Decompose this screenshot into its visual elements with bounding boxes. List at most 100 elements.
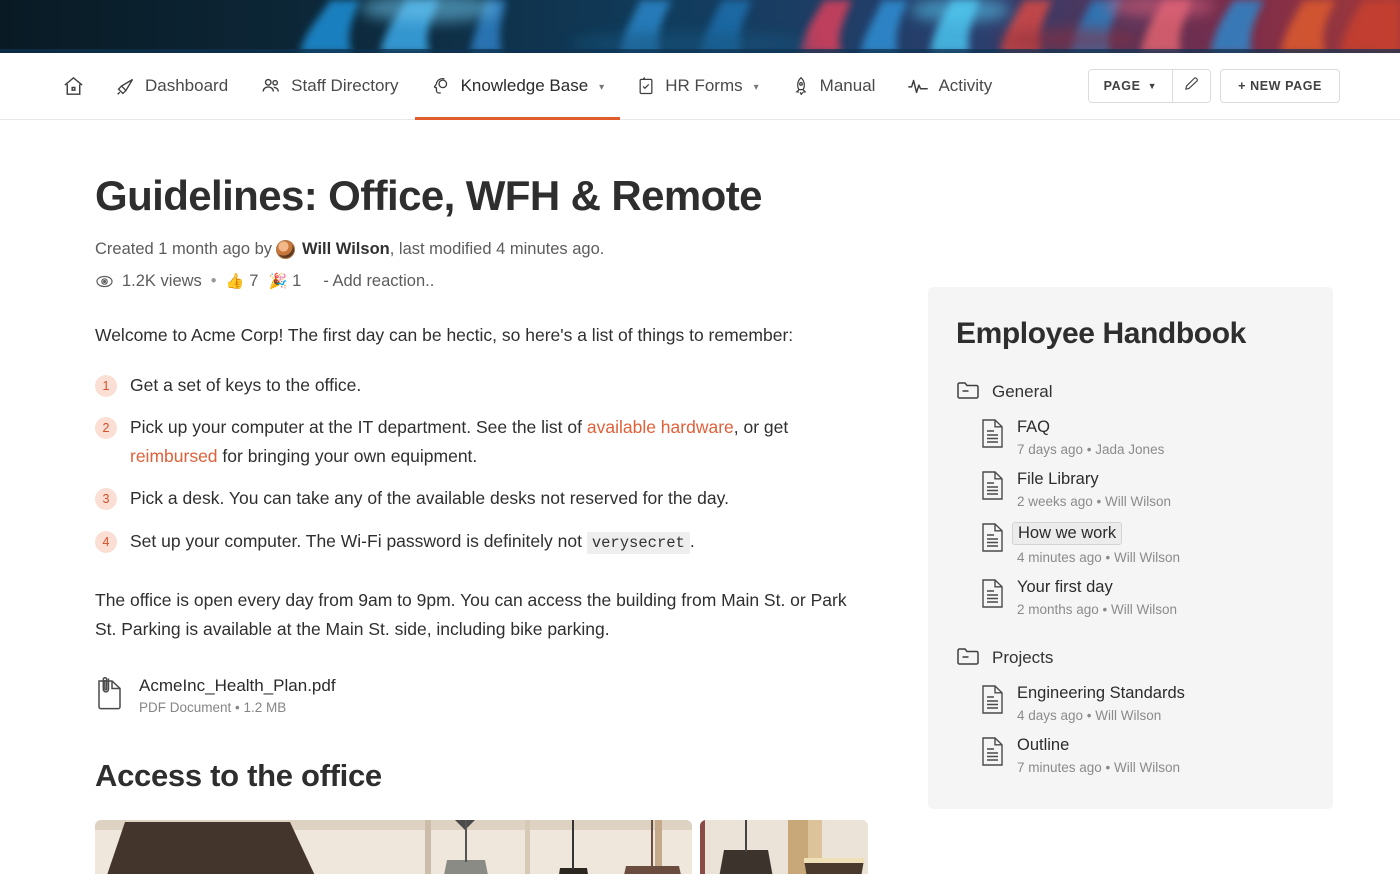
rocket-icon (791, 76, 811, 96)
tab-knowledge-base[interactable]: Knowledge Base ▾ (414, 53, 621, 120)
page-dropdown-label: PAGE (1103, 79, 1141, 93)
list-item: 2 Pick up your computer at the IT depart… (95, 413, 868, 470)
home-icon (62, 75, 85, 98)
sidebar-page-faq[interactable]: FAQ 7 days ago • Jada Jones (956, 418, 1305, 457)
sidebar-page-name: File Library (1017, 470, 1099, 488)
sidebar-page-subtitle: 7 days ago • Jada Jones (1017, 442, 1165, 457)
created-prefix: Created 1 month ago by (95, 240, 273, 259)
list-item: 1 Get a set of keys to the office. (95, 371, 868, 400)
list-text-fragment: , or get (733, 417, 789, 438)
tab-staff-directory-label: Staff Directory (291, 76, 399, 95)
tab-hr-forms[interactable]: HR Forms ▾ (620, 53, 774, 119)
document-icon (980, 684, 1005, 720)
section-heading-access: Access to the office (95, 757, 382, 793)
list-number-badge: 1 (95, 374, 117, 397)
party-popper-reaction-icon[interactable]: 🎉 (268, 272, 287, 290)
sidebar-page-file-library[interactable]: File Library 2 weeks ago • Will Wilson (956, 470, 1305, 509)
tab-manual[interactable]: Manual (775, 53, 892, 119)
megaphone-icon (115, 76, 136, 97)
intro-paragraph: Welcome to Acme Corp! The first day can … (95, 324, 794, 345)
list-number-badge: 2 (95, 417, 117, 440)
sidebar-folder-label: General (992, 382, 1053, 401)
sidebar-folder-general[interactable]: General (956, 379, 1305, 405)
tab-manual-label: Manual (819, 76, 876, 95)
sidebar-page-info: FAQ 7 days ago • Jada Jones (1017, 418, 1164, 457)
attachment-filename: AcmeInc_Health_Plan.pdf (139, 675, 336, 695)
new-page-button[interactable]: + NEW PAGE (1220, 69, 1340, 103)
pencil-icon (1183, 75, 1200, 97)
chevron-down-icon: ▼ (1147, 81, 1158, 91)
thumbs-up-reaction-count: 7 (249, 271, 259, 290)
sidebar-page-info: Outline 7 minutes ago • Will Wilson (1017, 736, 1180, 775)
sidebar-title: Employee Handbook (956, 317, 1246, 350)
tab-staff-directory[interactable]: Staff Directory (244, 53, 414, 119)
list-text-fragment: Pick a desk. You can take any of the ava… (130, 488, 729, 509)
page-title: Guidelines: Office, WFH & Remote (95, 172, 762, 219)
sidebar-page-info: Engineering Standards 4 days ago • Will … (1017, 684, 1185, 723)
sidebar-page-name: Engineering Standards (1017, 684, 1185, 702)
document-icon (980, 578, 1005, 614)
nav-items: Dashboard Staff Directory Knowledge Base… (62, 53, 1008, 120)
list-number-badge: 3 (95, 488, 117, 511)
document-icon (980, 736, 1005, 772)
views-count: 1.2K views (122, 271, 202, 290)
employee-handbook-panel: Employee Handbook General FAQ 7 days ago (928, 287, 1333, 809)
document-content: Guidelines: Office, WFH & Remote Created… (0, 120, 868, 874)
office-lamps-photo-narrow[interactable] (700, 819, 868, 874)
reimbursed-link[interactable]: reimbursed (130, 446, 218, 466)
list-item-text: Pick up your computer at the IT departme… (130, 413, 868, 470)
sidebar-page-info: File Library 2 weeks ago • Will Wilson (1017, 470, 1171, 509)
image-gallery (95, 819, 868, 874)
avatar (276, 240, 296, 260)
list-text-fragment: for bringing your own equipment. (217, 445, 478, 466)
sidebar-page-subtitle: 7 minutes ago • Will Wilson (1017, 760, 1181, 775)
tab-dashboard[interactable]: Dashboard (99, 53, 244, 119)
edit-page-button[interactable] (1172, 70, 1211, 102)
list-number-badge: 4 (95, 531, 117, 553)
clipboard-check-icon (636, 76, 656, 96)
sidebar-page-name: How we work (1012, 522, 1123, 545)
main-navigation-bar: Dashboard Staff Directory Knowledge Base… (0, 53, 1400, 120)
sidebar-page-how-we-work[interactable]: How we work 4 minutes ago • Will Wilson (956, 522, 1305, 565)
chevron-down-icon[interactable]: ▾ (754, 82, 759, 93)
sidebar-folder-label: Projects (992, 648, 1054, 667)
sidebar-page-name: FAQ (1017, 418, 1051, 436)
sidebar-page-subtitle: 4 minutes ago • Will Wilson (1017, 550, 1181, 565)
tab-activity[interactable]: Activity (891, 53, 1008, 119)
ordered-list: 1 Get a set of keys to the office. 2 Pic… (95, 371, 868, 556)
attachment-item[interactable]: AcmeInc_Health_Plan.pdf PDF Document • 1… (95, 675, 868, 716)
available-hardware-link[interactable]: available hardware (587, 417, 734, 437)
document-icon (980, 522, 1005, 558)
list-text-fragment: . (689, 531, 695, 551)
sidebar-page-subtitle: 4 days ago • Will Wilson (1017, 708, 1162, 723)
document-meta: Created 1 month ago by Will Wilson , las… (95, 237, 868, 263)
nav-actions: PAGE ▼ + NEW PAGE (1087, 69, 1340, 103)
thumbs-up-reaction-icon[interactable]: 👍 (226, 272, 245, 290)
list-item-text: Pick a desk. You can take any of the ava… (130, 484, 729, 513)
sidebar-page-info: How we work 4 minutes ago • Will Wilson (1012, 522, 1181, 565)
sidebar-page-subtitle: 2 months ago • Will Wilson (1017, 602, 1178, 617)
sidebar-item-home[interactable] (62, 53, 99, 119)
list-text-fragment: Get a set of keys to the office. (130, 374, 362, 395)
author-name[interactable]: Will Wilson (302, 237, 390, 263)
page-dropdown-button[interactable]: PAGE ▼ (1088, 70, 1173, 102)
party-popper-reaction-count: 1 (292, 271, 302, 290)
sidebar-page-name: Outline (1017, 736, 1070, 754)
list-item: 4 Set up your computer. The Wi-Fi passwo… (95, 527, 868, 556)
paperclip-document-icon (95, 675, 125, 716)
chevron-down-icon[interactable]: ▾ (599, 82, 604, 93)
sidebar-page-outline[interactable]: Outline 7 minutes ago • Will Wilson (956, 736, 1305, 775)
sidebar-folder-projects[interactable]: Projects (956, 645, 1305, 671)
tab-knowledge-base-label: Knowledge Base (460, 76, 589, 95)
list-text-fragment: Set up your computer. The Wi-Fi password… (130, 531, 587, 551)
list-text-fragment: Pick up your computer at the IT departme… (130, 417, 587, 438)
sidebar-page-your-first-day[interactable]: Your first day 2 months ago • Will Wilso… (956, 578, 1305, 617)
page-actions-group: PAGE ▼ (1087, 69, 1212, 103)
header-banner-image (0, 0, 1400, 53)
document-stats: 1.2K views • 👍 7 🎉 1 - Add reaction.. (95, 272, 868, 291)
sidebar-page-engineering-standards[interactable]: Engineering Standards 4 days ago • Will … (956, 684, 1305, 723)
office-lamps-photo-wide[interactable] (95, 819, 693, 874)
eye-icon (95, 272, 114, 291)
banner-artwork (0, 0, 1400, 53)
add-reaction-button[interactable]: - Add reaction.. (323, 272, 434, 291)
